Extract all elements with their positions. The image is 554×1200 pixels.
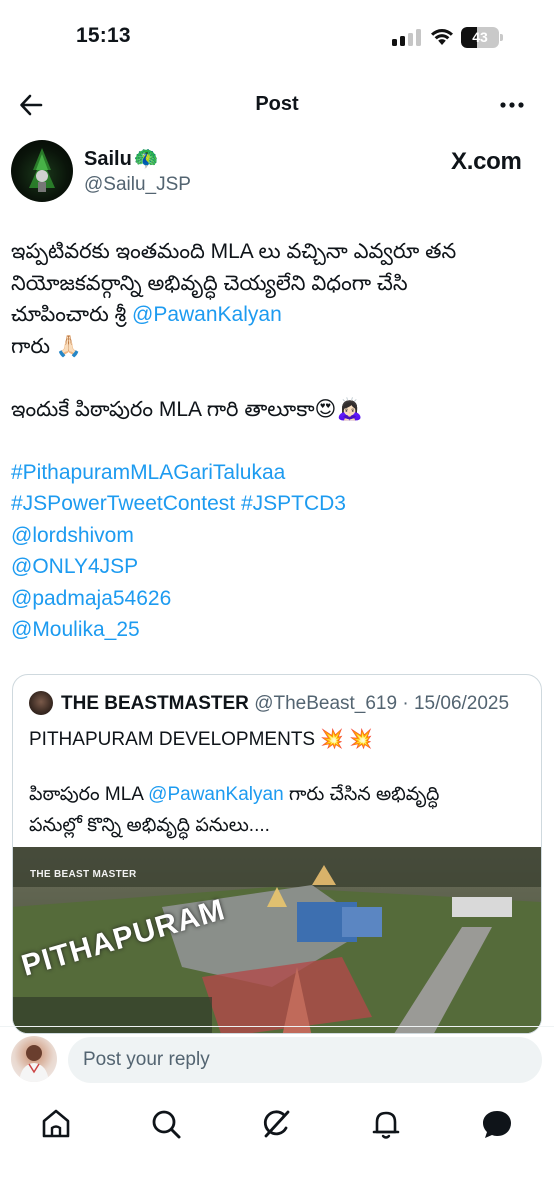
author-handle[interactable]: @Sailu_JSP [84, 174, 191, 196]
search-icon[interactable] [148, 1106, 184, 1142]
author-display-name[interactable]: Sailu 🦚 [84, 146, 159, 171]
mention-link[interactable]: @lordshivom [11, 524, 134, 547]
quoted-post-date: 15/06/2025 [413, 693, 510, 714]
cellular-signal-icon [392, 29, 422, 46]
quoted-post-video-thumbnail[interactable]: THE BEAST MASTER PITHAPURAM [13, 847, 541, 1033]
divider [0, 1026, 554, 1027]
page-title: Post [255, 93, 299, 115]
quoted-post-title: PITHAPURAM DEVELOPMENTS 💥 💥 [29, 729, 373, 750]
tweet-line: చూపించారు శ్రీ @PawanKalyan [11, 303, 282, 326]
mention-link[interactable]: @PawanKalyan [132, 303, 282, 326]
tweet-line: ఇందుకే పిఠాపురం MLA గారి తాలూకా😍🙇🏻‍♀️ [11, 397, 363, 421]
mention-link[interactable]: @padmaja54626 [11, 587, 171, 610]
author-avatar[interactable] [11, 140, 73, 202]
tweet-line: ఇప్పటివరకు ఇంతమంది MLA లు వచ్చినా ఎవ్వరూ… [11, 240, 457, 263]
reply-input[interactable] [68, 1037, 542, 1083]
status-time: 15:13 [76, 24, 131, 47]
mention-link[interactable]: @ONLY4JSP [11, 555, 138, 578]
grok-icon[interactable] [258, 1106, 294, 1142]
home-icon[interactable] [38, 1106, 74, 1142]
hashtag-link[interactable]: #PithapuramMLAGariTalukaa [11, 461, 285, 484]
quoted-author-avatar [29, 691, 53, 715]
source-x-com: X.com [451, 148, 522, 175]
peacock-emoji: 🦚 [133, 148, 159, 170]
quoted-post-header: THE BEASTMASTER @TheBeast_619 · 15/06/20… [61, 693, 510, 714]
hashtag-link[interactable]: #JSPTCD3 [241, 492, 346, 515]
mention-link[interactable]: @PawanKalyan [148, 784, 283, 805]
notifications-icon[interactable] [368, 1106, 404, 1142]
tweet-line: గారు 🙏🏻 [11, 334, 83, 358]
mention-link[interactable]: @Moulika_25 [11, 618, 140, 641]
video-watermark: THE BEAST MASTER [30, 869, 137, 880]
user-avatar[interactable] [11, 1036, 57, 1082]
wifi-icon [429, 26, 455, 46]
messages-icon[interactable] [479, 1106, 515, 1142]
battery-icon: 43 [461, 27, 503, 48]
more-options-icon[interactable] [498, 92, 526, 118]
hashtag-link[interactable]: #JSPowerTweetContest [11, 492, 235, 515]
battery-level: 43 [472, 29, 488, 45]
quoted-author-name: THE BEASTMASTER [61, 693, 249, 714]
quoted-author-handle: @TheBeast_619 [254, 693, 398, 714]
tweet-line: నియోజకవర్గాన్ని అభివృద్ధి చెయ్యలేని విధం… [11, 271, 408, 295]
quoted-post-card[interactable]: THE BEASTMASTER @TheBeast_619 · 15/06/20… [12, 674, 542, 1034]
quoted-post-text: పిఠాపురం MLA @PawanKalyan గారు చేసిన అభి… [29, 784, 440, 836]
tweet-text: ఇప్పటివరకు ఇంతమంది MLA లు వచ్చినా ఎవ్వరూ… [11, 236, 546, 646]
